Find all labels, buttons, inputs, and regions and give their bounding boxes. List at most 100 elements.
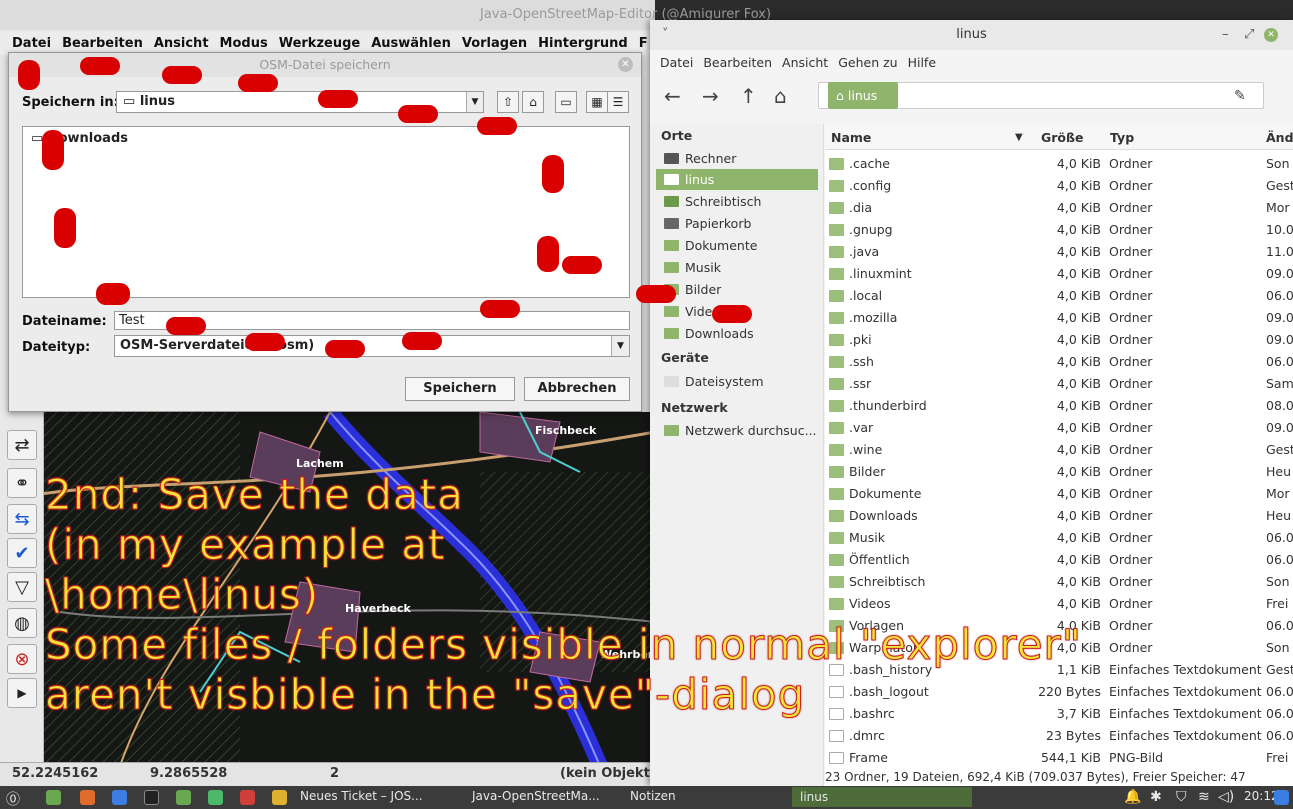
menu-datei[interactable]: Datei xyxy=(12,36,51,51)
conflict-icon[interactable]: ⇆ xyxy=(7,504,37,534)
expand-icon[interactable]: ▶ xyxy=(7,678,37,708)
table-row[interactable]: .cache 4,0 KiB Ordner Son xyxy=(825,153,1293,175)
table-row[interactable]: .bash_history 1,1 KiB Einfaches Textdokume… xyxy=(825,659,1293,681)
task-notizen[interactable]: Notizen xyxy=(630,789,676,803)
table-row[interactable]: .linuxmint 4,0 KiB Ordner 09.0 xyxy=(825,263,1293,285)
up-icon[interactable]: ↑ xyxy=(740,84,757,108)
sidebar-item-linus[interactable]: linus xyxy=(656,169,818,190)
table-row[interactable]: Vorlagen 4,0 KiB Ordner 06.0 xyxy=(825,615,1293,637)
forward-icon[interactable]: → xyxy=(702,84,719,108)
filetype-combo[interactable]: OSM-Serverdateien (.osm) ▼ xyxy=(114,335,630,357)
maximize-icon[interactable]: ⤢ xyxy=(1244,20,1254,50)
column-size[interactable]: Größe xyxy=(1041,130,1083,145)
table-row[interactable]: .gnupg 4,0 KiB Ordner 10.0 xyxy=(825,219,1293,241)
relations-icon[interactable]: ⚭ xyxy=(7,468,37,498)
minimize-icon[interactable]: – xyxy=(1222,20,1229,50)
table-row[interactable]: .ssr 4,0 KiB Ordner Sam xyxy=(825,373,1293,395)
menu-hintergrund[interactable]: Hintergrund xyxy=(538,36,628,51)
table-row[interactable]: Schreibtisch 4,0 KiB Ordner Son xyxy=(825,571,1293,593)
menu-bearbeiten[interactable]: Bearbeiten xyxy=(62,36,143,51)
table-row[interactable]: .dia 4,0 KiB Ordner Mor xyxy=(825,197,1293,219)
table-row[interactable]: Bilder 4,0 KiB Ordner Heu xyxy=(825,461,1293,483)
sort-down-icon[interactable]: ▼ xyxy=(1015,132,1023,143)
save-button[interactable]: Speichern xyxy=(405,377,515,401)
menu-auswaehlen[interactable]: Auswählen xyxy=(371,36,451,51)
table-row[interactable]: .bash_logout 220 Bytes Einfaches Textdokum… xyxy=(825,681,1293,703)
table-row[interactable]: .mozilla 4,0 KiB Ordner 09.0 xyxy=(825,307,1293,329)
close-icon[interactable]: ✕ xyxy=(618,57,633,72)
table-row[interactable]: Videos 4,0 KiB Ordner Frei xyxy=(825,593,1293,615)
filter-icon[interactable]: ▽ xyxy=(7,572,37,602)
details-view-icon[interactable]: ☰ xyxy=(607,91,629,113)
bluetooth-icon[interactable]: ✱ xyxy=(1150,789,1162,805)
table-row[interactable]: .java 4,0 KiB Ordner 11.0 xyxy=(825,241,1293,263)
table-row[interactable]: .var 4,0 KiB Ordner 09.0 xyxy=(825,417,1293,439)
menu-ansicht[interactable]: Ansicht xyxy=(154,36,209,51)
home-icon[interactable]: ⌂ xyxy=(522,91,544,113)
table-row[interactable]: .dmrc 23 Bytes Einfaches Textdokument 06.0 xyxy=(825,725,1293,747)
sidebar-item-rechner[interactable]: Rechner xyxy=(656,148,818,169)
table-row[interactable]: Musik 4,0 KiB Ordner 06.0 xyxy=(825,527,1293,549)
map-view[interactable]: Lachem Fischbeck Haverbeck Wehrberg xyxy=(0,412,655,766)
table-row[interactable]: .wine 4,0 KiB Ordner Gest xyxy=(825,439,1293,461)
sidebar-item-papierkorb[interactable]: Papierkorb xyxy=(656,213,818,234)
nemo-menu-bearbeiten[interactable]: Bearbeiten xyxy=(703,55,772,70)
table-row[interactable]: Öffentlich 4,0 KiB Ordner 06.0 xyxy=(825,549,1293,571)
validate-icon[interactable]: ✔ xyxy=(7,538,37,568)
table-row[interactable]: Frame 544,1 KiB PNG-Bild Frei xyxy=(825,747,1293,769)
sidebar-item-schreibtisch[interactable]: Schreibtisch xyxy=(656,191,818,212)
new-folder-icon[interactable]: ▭ xyxy=(555,91,577,113)
chevron-down-icon[interactable]: ▼ xyxy=(466,92,483,112)
menu-modus[interactable]: Modus xyxy=(220,36,268,51)
sidebar-item-network[interactable]: Netzwerk durchsuc... xyxy=(656,420,818,441)
nemo-menu-ansicht[interactable]: Ansicht xyxy=(782,55,828,70)
up-folder-icon[interactable]: ⇧ xyxy=(497,91,519,113)
home-icon[interactable]: ⌂ xyxy=(774,84,787,108)
table-row[interactable]: Warpinator 4,0 KiB Ordner Son xyxy=(825,637,1293,659)
nemo-menu-datei[interactable]: Datei xyxy=(660,55,693,70)
table-row[interactable]: Downloads 4,0 KiB Ordner Heu xyxy=(825,505,1293,527)
cancel-button[interactable]: Abbrechen xyxy=(524,377,630,401)
menu-vorlagen[interactable]: Vorlagen xyxy=(462,36,527,51)
files-icon[interactable] xyxy=(46,790,61,805)
josm-icon[interactable] xyxy=(272,790,287,805)
table-row[interactable]: .local 4,0 KiB Ordner 06.0 xyxy=(825,285,1293,307)
task-josm[interactable]: Java-OpenStreetMa... xyxy=(472,789,600,803)
notes-icon[interactable]: ⊗ xyxy=(7,644,37,674)
sidebar-item-bilder[interactable]: Bilder xyxy=(656,279,818,300)
terminal-icon[interactable] xyxy=(144,790,159,805)
sidebar-item-dokumente[interactable]: Dokumente xyxy=(656,235,818,256)
task-ticket[interactable]: Neues Ticket – JOS... xyxy=(300,789,423,803)
table-row[interactable]: .pki 4,0 KiB Ordner 09.0 xyxy=(825,329,1293,351)
table-row[interactable]: .bashrc 3,7 KiB Einfaches Textdokument 06.0 xyxy=(825,703,1293,725)
back-icon[interactable]: ← xyxy=(664,84,681,108)
task-linus[interactable]: linus xyxy=(792,787,972,807)
column-name[interactable]: Name xyxy=(831,130,871,145)
nemo-menu-gehen-zu[interactable]: Gehen zu xyxy=(838,55,897,70)
volume-icon[interactable]: ◁) xyxy=(1218,789,1234,805)
app-icon[interactable] xyxy=(208,790,223,805)
wifi-icon[interactable]: ≋ xyxy=(1198,789,1210,805)
breadcrumb-linus[interactable]: ⌂ linus xyxy=(828,82,898,109)
merge-icon[interactable]: ⇄ xyxy=(7,430,37,460)
column-type[interactable]: Typ xyxy=(1110,130,1134,145)
menu-icon[interactable]: ⓪ xyxy=(6,789,20,809)
firefox-icon[interactable] xyxy=(80,790,95,805)
shield-icon[interactable]: ⛉ xyxy=(1176,789,1187,805)
file-list-view[interactable]: Name ▼ Größe Typ Änd .cache 4,0 KiB Ordner… xyxy=(825,124,1293,786)
table-row[interactable]: Dokumente 4,0 KiB Ordner Mor xyxy=(825,483,1293,505)
folder-icon[interactable] xyxy=(176,790,191,805)
palette-icon[interactable]: ◍ xyxy=(7,608,37,638)
app-icon[interactable] xyxy=(240,790,255,805)
menu-werkzeuge[interactable]: Werkzeuge xyxy=(279,36,361,51)
bell-icon[interactable]: 🔔 xyxy=(1124,789,1141,805)
desktop-icon[interactable] xyxy=(1274,790,1289,805)
file-list[interactable]: ▭ Downloads xyxy=(22,126,630,298)
edit-path-icon[interactable]: ✎ xyxy=(1234,88,1246,104)
mail-icon[interactable] xyxy=(112,790,127,805)
close-icon[interactable]: ✕ xyxy=(1264,28,1278,42)
table-row[interactable]: .thunderbird 4,0 KiB Ordner 08.0 xyxy=(825,395,1293,417)
menu-more[interactable]: F xyxy=(639,36,648,51)
sidebar-item-dateisystem[interactable]: Dateisystem xyxy=(656,371,818,392)
table-row[interactable]: .config 4,0 KiB Ordner Gest xyxy=(825,175,1293,197)
